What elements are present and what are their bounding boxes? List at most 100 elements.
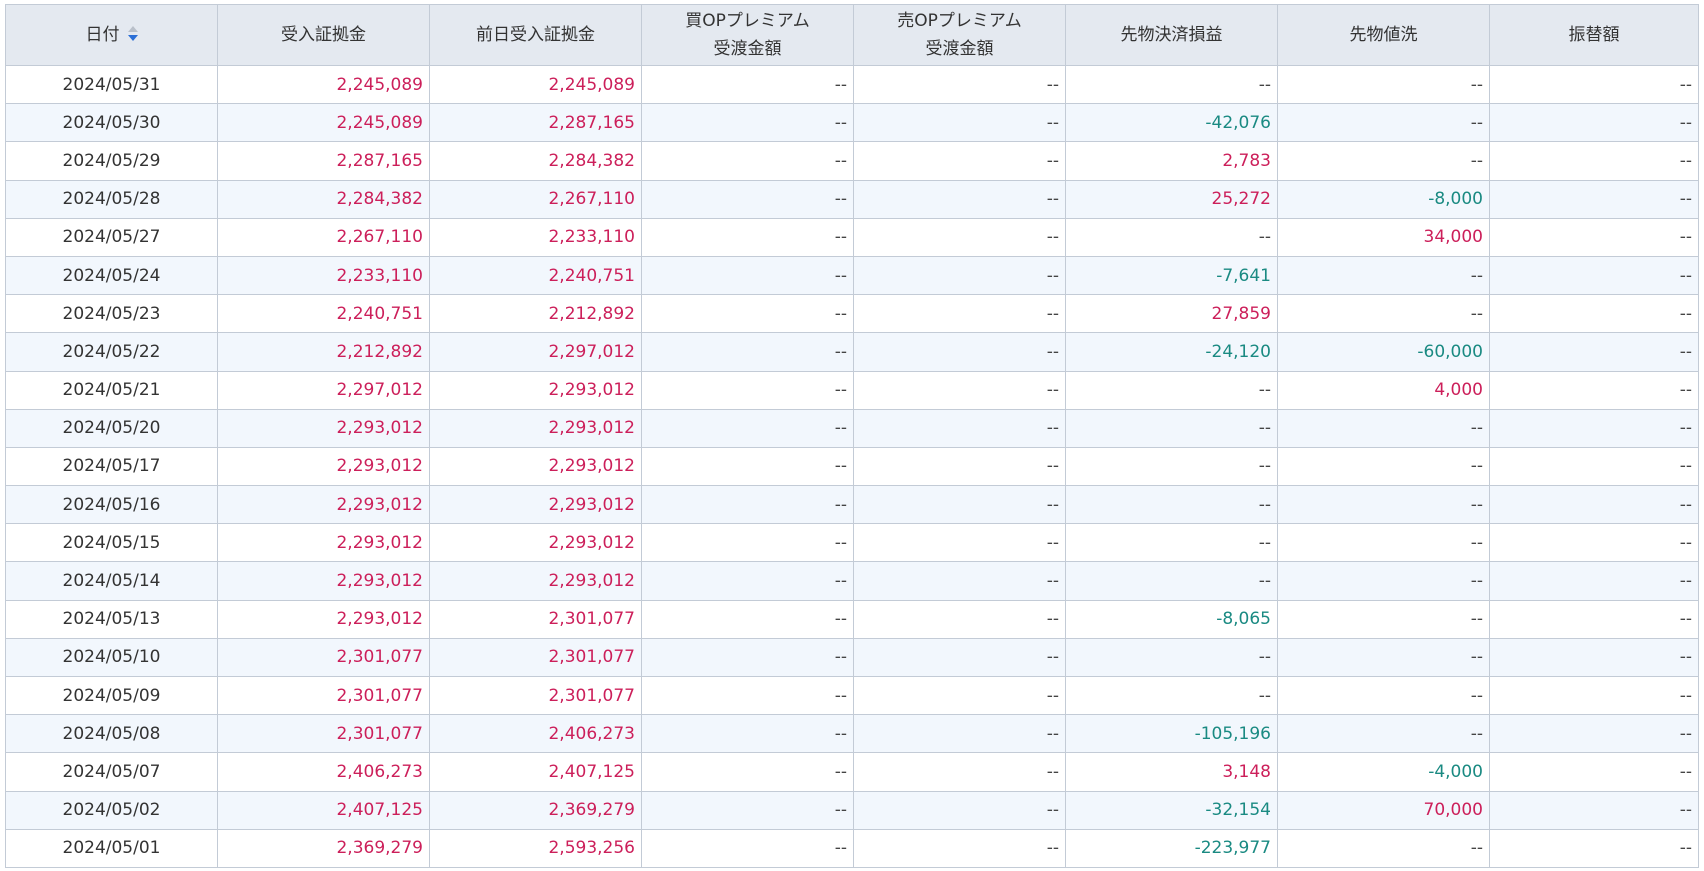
table-row[interactable]: 2024/05/30 2,245,089 2,287,165 -- -- -42,076-…	[5, 103, 1699, 143]
cell-sell-op-premium: --	[853, 561, 1066, 601]
cell-futures-pl: --	[1065, 675, 1278, 716]
cell-prev-margin: 2,212,892	[429, 294, 642, 334]
cell-margin: 2,233,110	[217, 255, 430, 296]
table-body: 2024/05/31 2,245,089 2,245,089 -- -- -- -- -- 20…	[5, 64, 1699, 868]
table-row[interactable]: 2024/05/28 2,284,382 2,267,110 -- -- 25,272 -8…	[5, 179, 1699, 219]
table-row[interactable]: 2024/05/20 2,293,012 2,293,012 -- -- -- -- --	[5, 408, 1699, 448]
cell-futures-mtm: --	[1277, 446, 1490, 487]
cell-buy-op-premium: --	[641, 179, 854, 219]
cell-futures-pl: 3,148	[1065, 752, 1278, 792]
cell-futures-pl: --	[1065, 446, 1278, 487]
margin-history-table-container: 日付 受入証拠金 前日受入証拠金 買OPプレミアム 受渡金額 売OPプレミアム …	[5, 4, 1699, 868]
table-row[interactable]: 2024/05/17 2,293,012 2,293,012 -- -- -- -- --	[5, 446, 1699, 487]
cell-date: 2024/05/02	[5, 790, 218, 830]
column-header-futures-mtm[interactable]: 先物値洗	[1277, 4, 1490, 66]
cell-futures-mtm: --	[1277, 675, 1490, 716]
cell-margin: 2,267,110	[217, 217, 430, 257]
cell-margin: 2,293,012	[217, 599, 430, 639]
table-row[interactable]: 2024/05/16 2,293,012 2,293,012 -- -- -- -- --	[5, 485, 1699, 525]
cell-prev-margin: 2,293,012	[429, 523, 642, 563]
cell-buy-op-premium: --	[641, 408, 854, 448]
column-header-sell-op-premium[interactable]: 売OPプレミアム 受渡金額	[853, 4, 1066, 66]
cell-prev-margin: 2,267,110	[429, 179, 642, 219]
cell-buy-op-premium: --	[641, 255, 854, 296]
cell-buy-op-premium: --	[641, 828, 854, 868]
cell-transfer: --	[1489, 561, 1699, 601]
cell-futures-mtm: --	[1277, 103, 1490, 143]
cell-futures-mtm: -4,000	[1277, 752, 1490, 792]
cell-date: 2024/05/27	[5, 217, 218, 257]
cell-sell-op-premium: --	[853, 675, 1066, 716]
cell-buy-op-premium: --	[641, 675, 854, 716]
table-row[interactable]: 2024/05/29 2,287,165 2,284,382 -- -- 2,783 -- -…	[5, 141, 1699, 181]
cell-date: 2024/05/29	[5, 141, 218, 181]
cell-transfer: --	[1489, 141, 1699, 181]
cell-transfer: --	[1489, 675, 1699, 716]
cell-sell-op-premium: --	[853, 64, 1066, 105]
table-row[interactable]: 2024/05/23 2,240,751 2,212,892 -- -- 27,859 --…	[5, 294, 1699, 334]
cell-margin: 2,293,012	[217, 561, 430, 601]
cell-futures-pl: --	[1065, 217, 1278, 257]
column-header-sell-op-line2: 受渡金額	[925, 39, 994, 59]
column-header-futures-pl[interactable]: 先物決済損益	[1065, 4, 1278, 66]
table-row[interactable]: 2024/05/13 2,293,012 2,301,077 -- -- -8,065 --…	[5, 599, 1699, 639]
table-row[interactable]: 2024/05/01 2,369,279 2,593,256 -- -- -223,977…	[5, 828, 1699, 868]
table-row[interactable]: 2024/05/31 2,245,089 2,245,089 -- -- -- -- --	[5, 64, 1699, 105]
cell-date: 2024/05/07	[5, 752, 218, 792]
cell-prev-margin: 2,297,012	[429, 332, 642, 372]
cell-futures-mtm: 4,000	[1277, 370, 1490, 410]
cell-futures-pl: --	[1065, 485, 1278, 525]
column-header-date-label: 日付	[85, 25, 120, 45]
column-header-sell-op-line1: 売OPプレミアム	[897, 11, 1022, 31]
cell-margin: 2,287,165	[217, 141, 430, 181]
cell-buy-op-premium: --	[641, 599, 854, 639]
cell-prev-margin: 2,284,382	[429, 141, 642, 181]
cell-transfer: --	[1489, 828, 1699, 868]
cell-sell-op-premium: --	[853, 599, 1066, 639]
column-header-transfer[interactable]: 振替額	[1489, 4, 1699, 66]
column-header-buy-op-premium[interactable]: 買OPプレミアム 受渡金額	[641, 4, 854, 66]
cell-prev-margin: 2,293,012	[429, 408, 642, 448]
table-row[interactable]: 2024/05/27 2,267,110 2,233,110 -- -- -- 34,000…	[5, 217, 1699, 257]
cell-date: 2024/05/08	[5, 714, 218, 754]
cell-date: 2024/05/24	[5, 255, 218, 296]
cell-date: 2024/05/09	[5, 675, 218, 716]
column-header-prev-margin[interactable]: 前日受入証拠金	[429, 4, 642, 66]
table-row[interactable]: 2024/05/02 2,407,125 2,369,279 -- -- -32,154 7…	[5, 790, 1699, 830]
cell-margin: 2,407,125	[217, 790, 430, 830]
sort-desc-icon[interactable]	[127, 26, 138, 42]
cell-date: 2024/05/15	[5, 523, 218, 563]
cell-transfer: --	[1489, 179, 1699, 219]
table-row[interactable]: 2024/05/08 2,301,077 2,406,273 -- -- -105,196…	[5, 714, 1699, 754]
table-row[interactable]: 2024/05/07 2,406,273 2,407,125 -- -- 3,148 -4,…	[5, 752, 1699, 792]
cell-transfer: --	[1489, 485, 1699, 525]
table-row[interactable]: 2024/05/14 2,293,012 2,293,012 -- -- -- -- --	[5, 561, 1699, 601]
cell-prev-margin: 2,406,273	[429, 714, 642, 754]
column-header-date[interactable]: 日付	[5, 4, 218, 66]
table-row[interactable]: 2024/05/24 2,233,110 2,240,751 -- -- -7,641 --…	[5, 255, 1699, 296]
cell-sell-op-premium: --	[853, 370, 1066, 410]
table-row[interactable]: 2024/05/15 2,293,012 2,293,012 -- -- -- -- --	[5, 523, 1699, 563]
table-row[interactable]: 2024/05/21 2,297,012 2,293,012 -- -- -- 4,000-…	[5, 370, 1699, 410]
cell-margin: 2,284,382	[217, 179, 430, 219]
cell-transfer: --	[1489, 294, 1699, 334]
cell-transfer: --	[1489, 752, 1699, 792]
cell-sell-op-premium: --	[853, 637, 1066, 678]
cell-futures-pl: -42,076	[1065, 103, 1278, 143]
cell-futures-pl: --	[1065, 637, 1278, 678]
cell-futures-mtm: 34,000	[1277, 217, 1490, 257]
cell-futures-mtm: --	[1277, 64, 1490, 105]
cell-futures-mtm: --	[1277, 714, 1490, 754]
cell-transfer: --	[1489, 523, 1699, 563]
cell-futures-mtm: --	[1277, 828, 1490, 868]
table-row[interactable]: 2024/05/09 2,301,077 2,301,077 -- -- -- -- --	[5, 675, 1699, 716]
cell-prev-margin: 2,233,110	[429, 217, 642, 257]
column-header-margin[interactable]: 受入証拠金	[217, 4, 430, 66]
table-row[interactable]: 2024/05/22 2,212,892 2,297,012 -- -- -24,120-…	[5, 332, 1699, 372]
cell-futures-pl: -223,977	[1065, 828, 1278, 868]
table-header: 日付 受入証拠金 前日受入証拠金 買OPプレミアム 受渡金額 売OPプレミアム …	[5, 4, 1699, 66]
cell-transfer: --	[1489, 637, 1699, 678]
cell-sell-op-premium: --	[853, 828, 1066, 868]
cell-date: 2024/05/21	[5, 370, 218, 410]
table-row[interactable]: 2024/05/10 2,301,077 2,301,077 -- -- -- -- --	[5, 637, 1699, 678]
